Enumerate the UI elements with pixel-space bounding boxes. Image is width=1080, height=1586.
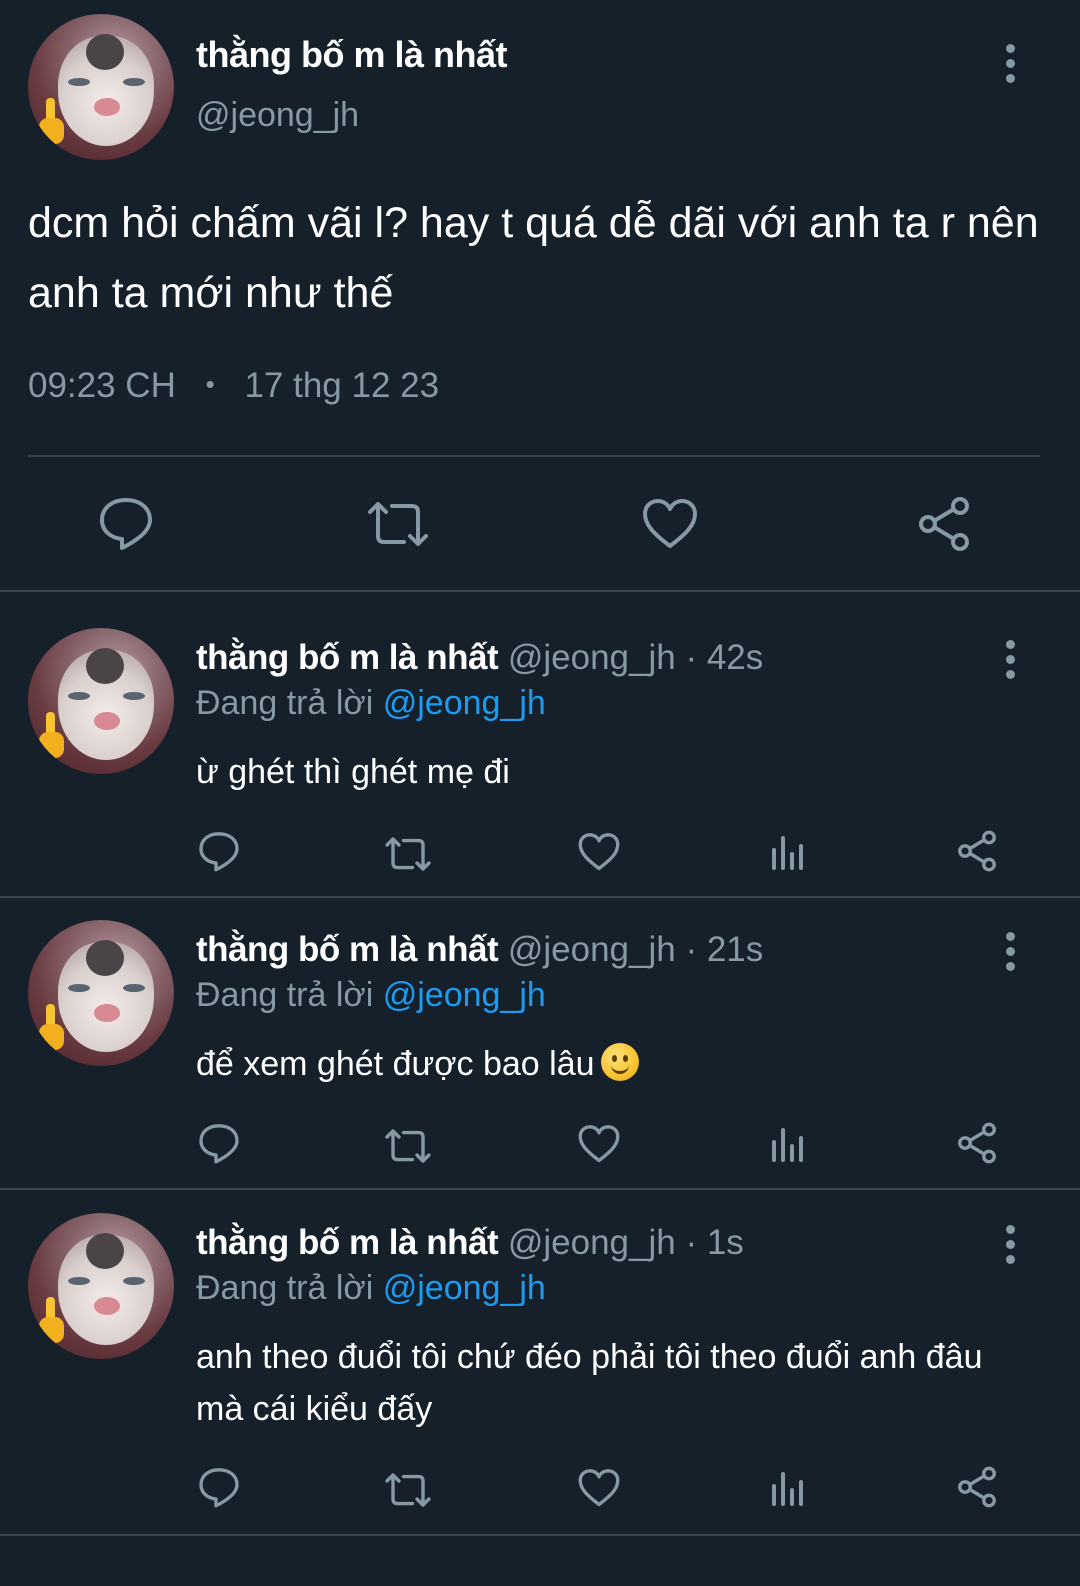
- share-icon: [958, 830, 996, 872]
- reply-button[interactable]: [198, 1122, 240, 1164]
- tweet-text: dcm hỏi chấm vãi l? hay t quá dễ dãi với…: [28, 199, 1039, 317]
- share-icon: [919, 497, 969, 551]
- reply-text: ừ ghét thì ghét mẹ đi: [196, 753, 510, 791]
- like-icon: [643, 499, 697, 548]
- display-name[interactable]: thằng bố m là nhất: [196, 638, 499, 677]
- reply-text-wrap: anh theo đuổi tôi chứ đéo phải tôi theo …: [196, 1331, 1026, 1435]
- reply-age: · 21s: [685, 930, 764, 969]
- display-name[interactable]: thằng bố m là nhất: [196, 1223, 499, 1262]
- like-icon: [578, 1125, 620, 1163]
- finger-emoji-icon: [39, 712, 64, 758]
- reply-header: thằng bố m là nhất @jeong_jh · 42s: [196, 638, 763, 678]
- views-button[interactable]: [770, 834, 806, 870]
- views-icon: [772, 836, 803, 870]
- finger-emoji-icon: [39, 1004, 64, 1050]
- divider: [0, 1534, 1080, 1536]
- views-button[interactable]: [770, 1470, 806, 1506]
- tweet-time: 09:23 CH: [28, 366, 176, 405]
- share-button[interactable]: [956, 1122, 998, 1164]
- display-name[interactable]: thằng bố m là nhất: [196, 34, 508, 76]
- retweet-button[interactable]: [384, 1128, 432, 1164]
- more-options-icon[interactable]: [1004, 932, 1016, 972]
- avatar[interactable]: [28, 1213, 174, 1359]
- share-icon: [958, 1466, 996, 1508]
- reply-icon: [199, 1468, 239, 1508]
- replying-to: Đang trả lời @jeong_jh: [196, 684, 546, 723]
- reply-button[interactable]: [198, 1466, 240, 1508]
- like-button[interactable]: [578, 832, 620, 872]
- finger-emoji-icon: [39, 98, 64, 144]
- replying-to-link[interactable]: @jeong_jh: [383, 976, 546, 1014]
- reply-text-wrap: ừ ghét thì ghét mẹ đi: [196, 746, 1026, 798]
- avatar[interactable]: [28, 920, 174, 1066]
- retweet-button[interactable]: [366, 500, 430, 548]
- like-button[interactable]: [578, 1468, 620, 1508]
- user-handle[interactable]: @jeong_jh: [508, 638, 676, 677]
- reply-age: · 42s: [685, 638, 764, 677]
- retweet-button[interactable]: [384, 1472, 432, 1508]
- tweet-timestamp[interactable]: 09:23 CH • 17 thg 12 23: [28, 366, 439, 406]
- divider: [28, 455, 1040, 457]
- like-button[interactable]: [578, 1124, 620, 1164]
- share-button[interactable]: [956, 830, 998, 872]
- avatar[interactable]: [28, 628, 174, 774]
- views-icon: [772, 1472, 803, 1506]
- reply-text: anh theo đuổi tôi chứ đéo phải tôi theo …: [196, 1338, 983, 1428]
- divider: [0, 896, 1080, 898]
- reply-button[interactable]: [98, 496, 154, 550]
- timestamp-separator: •: [205, 369, 215, 399]
- retweet-button[interactable]: [384, 836, 432, 872]
- divider: [0, 590, 1080, 592]
- user-handle[interactable]: @jeong_jh: [196, 96, 359, 135]
- smile-emoji-icon: [600, 1043, 639, 1081]
- replying-prefix: Đang trả lời: [196, 976, 374, 1014]
- share-icon: [958, 1122, 996, 1164]
- share-button[interactable]: [956, 1466, 998, 1508]
- retweet-icon: [385, 837, 431, 871]
- replying-to-link[interactable]: @jeong_jh: [383, 684, 546, 722]
- like-icon: [578, 1469, 620, 1507]
- replying-to: Đang trả lời @jeong_jh: [196, 976, 546, 1015]
- replying-prefix: Đang trả lời: [196, 1269, 374, 1307]
- finger-emoji-icon: [39, 1297, 64, 1343]
- retweet-icon: [368, 502, 428, 546]
- display-name[interactable]: thằng bố m là nhất: [196, 930, 499, 969]
- like-button[interactable]: [642, 498, 698, 550]
- replying-to: Đang trả lời @jeong_jh: [196, 1269, 546, 1308]
- reply-text: để xem ghét được bao lâu: [196, 1045, 595, 1083]
- avatar[interactable]: [28, 14, 174, 160]
- retweet-icon: [385, 1129, 431, 1163]
- reply-age: · 1s: [685, 1223, 744, 1262]
- replying-prefix: Đang trả lời: [196, 684, 374, 722]
- replying-to-link[interactable]: @jeong_jh: [383, 1269, 546, 1307]
- user-handle[interactable]: @jeong_jh: [508, 930, 676, 969]
- reply-text-wrap: để xem ghét được bao lâu: [196, 1038, 1026, 1090]
- more-options-icon[interactable]: [1004, 44, 1016, 84]
- user-handle[interactable]: @jeong_jh: [508, 1223, 676, 1262]
- reply-header: thằng bố m là nhất @jeong_jh · 1s: [196, 1223, 744, 1263]
- retweet-icon: [385, 1473, 431, 1507]
- share-button[interactable]: [916, 496, 972, 552]
- like-icon: [578, 833, 620, 871]
- views-button[interactable]: [770, 1126, 806, 1162]
- reply-icon: [199, 832, 239, 872]
- reply-button[interactable]: [198, 830, 240, 872]
- views-icon: [772, 1128, 803, 1162]
- more-options-icon[interactable]: [1004, 1225, 1016, 1265]
- reply-icon: [100, 498, 152, 550]
- reply-header: thằng bố m là nhất @jeong_jh · 21s: [196, 930, 763, 970]
- tweet-date: 17 thg 12 23: [244, 366, 440, 405]
- reply-icon: [199, 1124, 239, 1164]
- more-options-icon[interactable]: [1004, 640, 1016, 680]
- divider: [0, 1188, 1080, 1190]
